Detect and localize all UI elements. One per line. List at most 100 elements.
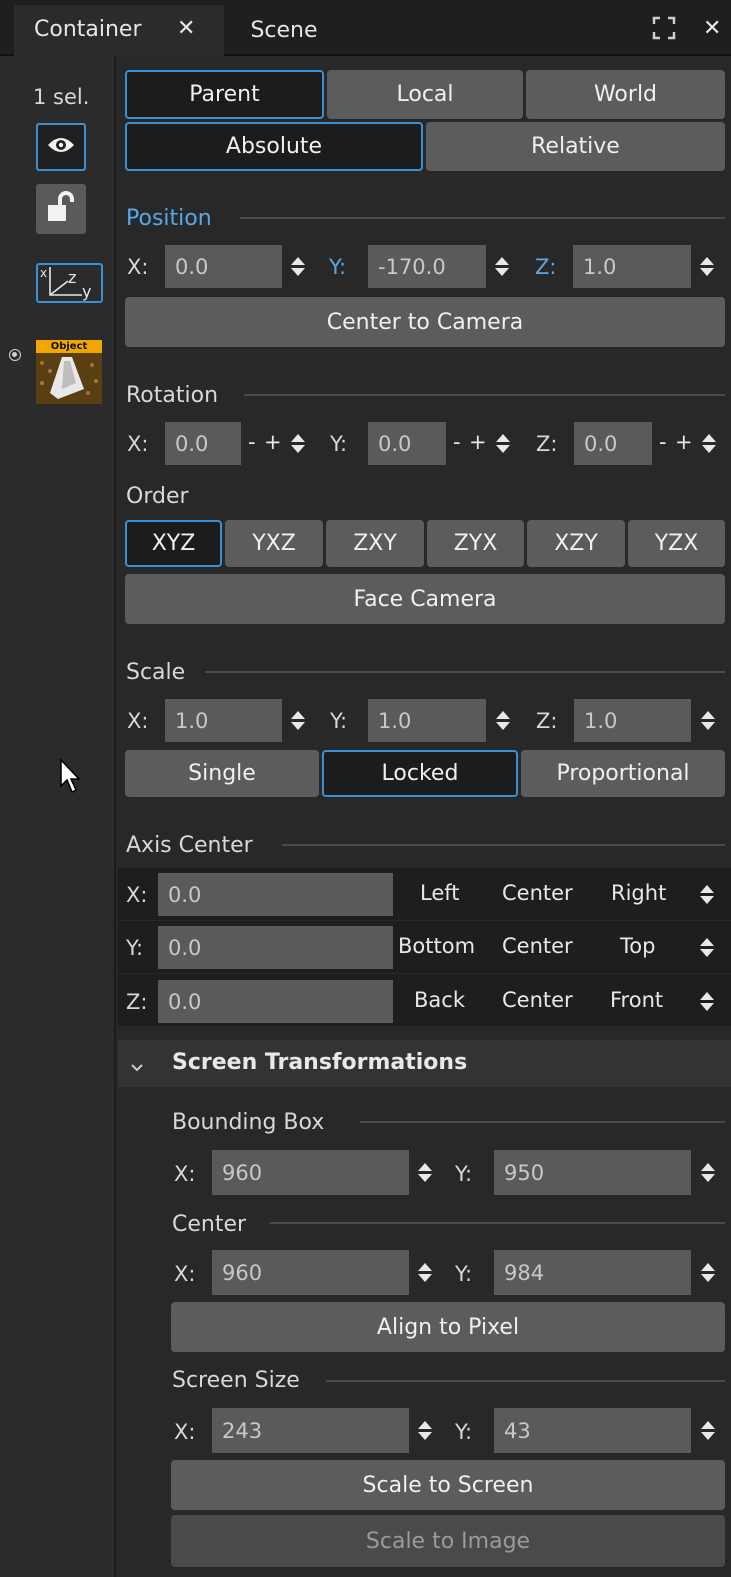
svg-text:x: x	[40, 266, 47, 280]
face-camera-button[interactable]: Face Camera	[125, 574, 725, 624]
order-zyx-button[interactable]: ZYX	[427, 520, 524, 567]
order-xyz-button[interactable]: XYZ	[125, 520, 222, 567]
order-xzy-button[interactable]: XZY	[527, 520, 625, 567]
order-yxz-button[interactable]: YXZ	[225, 520, 323, 567]
scale-proportional-button[interactable]: Proportional	[521, 750, 725, 797]
stepper-icon[interactable]	[491, 245, 513, 288]
position-z-input[interactable]: 1.0	[573, 245, 691, 288]
bbox-y-input[interactable]: 950	[494, 1150, 691, 1195]
axis-left-button[interactable]: Left	[420, 881, 460, 905]
axis-center-z-label: Z:	[126, 990, 148, 1014]
screen-transformations-title: Screen Transformations	[172, 1050, 468, 1075]
axis-right-button[interactable]: Right	[611, 881, 666, 905]
rotation-y-input[interactable]: 0.0	[368, 422, 446, 465]
align-to-pixel-button[interactable]: Align to Pixel	[171, 1302, 725, 1352]
order-yzx-button[interactable]: YZX	[628, 520, 725, 567]
mouse-cursor-icon	[59, 758, 83, 799]
stepper-icon[interactable]	[287, 245, 309, 288]
stepper-icon[interactable]	[492, 699, 514, 742]
position-x-input[interactable]: 0.0	[165, 245, 282, 288]
size-y-label: Y:	[455, 1420, 473, 1444]
stepper-icon[interactable]	[697, 1408, 719, 1453]
decrement-button[interactable]: -	[248, 430, 256, 454]
stepper-icon[interactable]	[697, 699, 719, 742]
stepper-icon[interactable]	[696, 873, 718, 916]
close-panel-icon[interactable]: ✕	[703, 16, 721, 41]
divider	[270, 1222, 725, 1224]
axis-bottom-button[interactable]: Bottom	[398, 934, 475, 958]
stepper-icon[interactable]	[414, 1150, 436, 1195]
stepper-icon[interactable]	[492, 422, 514, 465]
scale-y-input[interactable]: 1.0	[368, 699, 486, 742]
center-y-label: Y:	[455, 1262, 473, 1286]
center-y-input[interactable]: 984	[494, 1250, 691, 1295]
scale-to-image-button[interactable]: Scale to Image	[171, 1515, 725, 1567]
close-icon[interactable]: ✕	[177, 16, 195, 41]
stepper-icon[interactable]	[697, 1150, 719, 1195]
svg-text:y: y	[82, 282, 91, 301]
rotation-z-input[interactable]: 0.0	[574, 422, 652, 465]
stepper-icon[interactable]	[287, 699, 309, 742]
axis-center-y-input[interactable]: 0.0	[158, 926, 393, 969]
decrement-button[interactable]: -	[453, 430, 461, 454]
axis-center-z-input[interactable]: 0.0	[158, 980, 393, 1023]
divider	[282, 844, 725, 846]
stepper-icon[interactable]	[696, 926, 718, 969]
axis-center-x-input[interactable]: 0.0	[158, 873, 393, 916]
scale-single-button[interactable]: Single	[125, 750, 319, 797]
stepper-icon[interactable]	[414, 1250, 436, 1295]
lock-toggle[interactable]	[36, 184, 86, 234]
center-to-camera-button[interactable]: Center to Camera	[125, 297, 725, 347]
tab-scene[interactable]: Scene	[226, 5, 342, 56]
tab-bar: Container ✕ Scene ✕	[0, 0, 731, 56]
stepper-icon[interactable]	[414, 1408, 436, 1453]
axis-transform-toggle[interactable]: x zy	[36, 263, 103, 303]
axis-back-button[interactable]: Back	[414, 988, 465, 1012]
scale-z-input[interactable]: 1.0	[574, 699, 691, 742]
increment-button[interactable]: +	[264, 430, 282, 454]
axis-center-button[interactable]: Center	[502, 988, 573, 1012]
decrement-button[interactable]: -	[659, 430, 667, 454]
object-badge: Object	[36, 340, 102, 353]
size-y-input[interactable]: 43	[494, 1408, 691, 1453]
divider	[360, 1121, 725, 1123]
position-y-input[interactable]: -170.0	[368, 245, 486, 288]
screen-size-header: Screen Size	[172, 1368, 300, 1393]
stepper-icon[interactable]	[696, 980, 718, 1023]
bbox-x-label: X:	[174, 1162, 196, 1186]
size-x-input[interactable]: 243	[212, 1408, 409, 1453]
position-z-label: Z:	[535, 255, 557, 279]
tab-container[interactable]: Container ✕	[14, 5, 224, 56]
axis-center-button[interactable]: Center	[502, 934, 573, 958]
increment-button[interactable]: +	[675, 430, 693, 454]
scale-to-screen-button[interactable]: Scale to Screen	[171, 1460, 725, 1510]
selection-count: 1 sel.	[33, 85, 90, 109]
tab-label: Container	[34, 17, 142, 42]
object-icon	[36, 353, 102, 404]
scale-x-input[interactable]: 1.0	[165, 699, 282, 742]
stepper-icon[interactable]	[698, 422, 720, 465]
bbox-y-label: Y:	[455, 1162, 473, 1186]
position-header: Position	[126, 206, 212, 231]
maximize-icon[interactable]	[652, 16, 676, 40]
scale-locked-button[interactable]: Locked	[322, 750, 518, 797]
stepper-icon[interactable]	[287, 422, 309, 465]
stepper-icon[interactable]	[697, 1250, 719, 1295]
relative-button[interactable]: Relative	[426, 122, 725, 171]
order-zxy-button[interactable]: ZXY	[326, 520, 424, 567]
radio-icon[interactable]	[9, 349, 21, 361]
stepper-icon[interactable]	[696, 245, 718, 288]
bbox-x-input[interactable]: 960	[212, 1150, 409, 1195]
axis-top-button[interactable]: Top	[620, 934, 655, 958]
increment-button[interactable]: +	[469, 430, 487, 454]
local-button[interactable]: Local	[327, 70, 523, 119]
object-thumbnail[interactable]: Object	[36, 340, 102, 404]
world-button[interactable]: World	[526, 70, 725, 119]
center-x-input[interactable]: 960	[212, 1250, 409, 1295]
absolute-button[interactable]: Absolute	[125, 122, 423, 171]
parent-button[interactable]: Parent	[125, 70, 324, 119]
rotation-x-input[interactable]: 0.0	[165, 422, 241, 465]
axis-front-button[interactable]: Front	[610, 988, 663, 1012]
visibility-toggle[interactable]	[36, 123, 86, 171]
axis-center-button[interactable]: Center	[502, 881, 573, 905]
